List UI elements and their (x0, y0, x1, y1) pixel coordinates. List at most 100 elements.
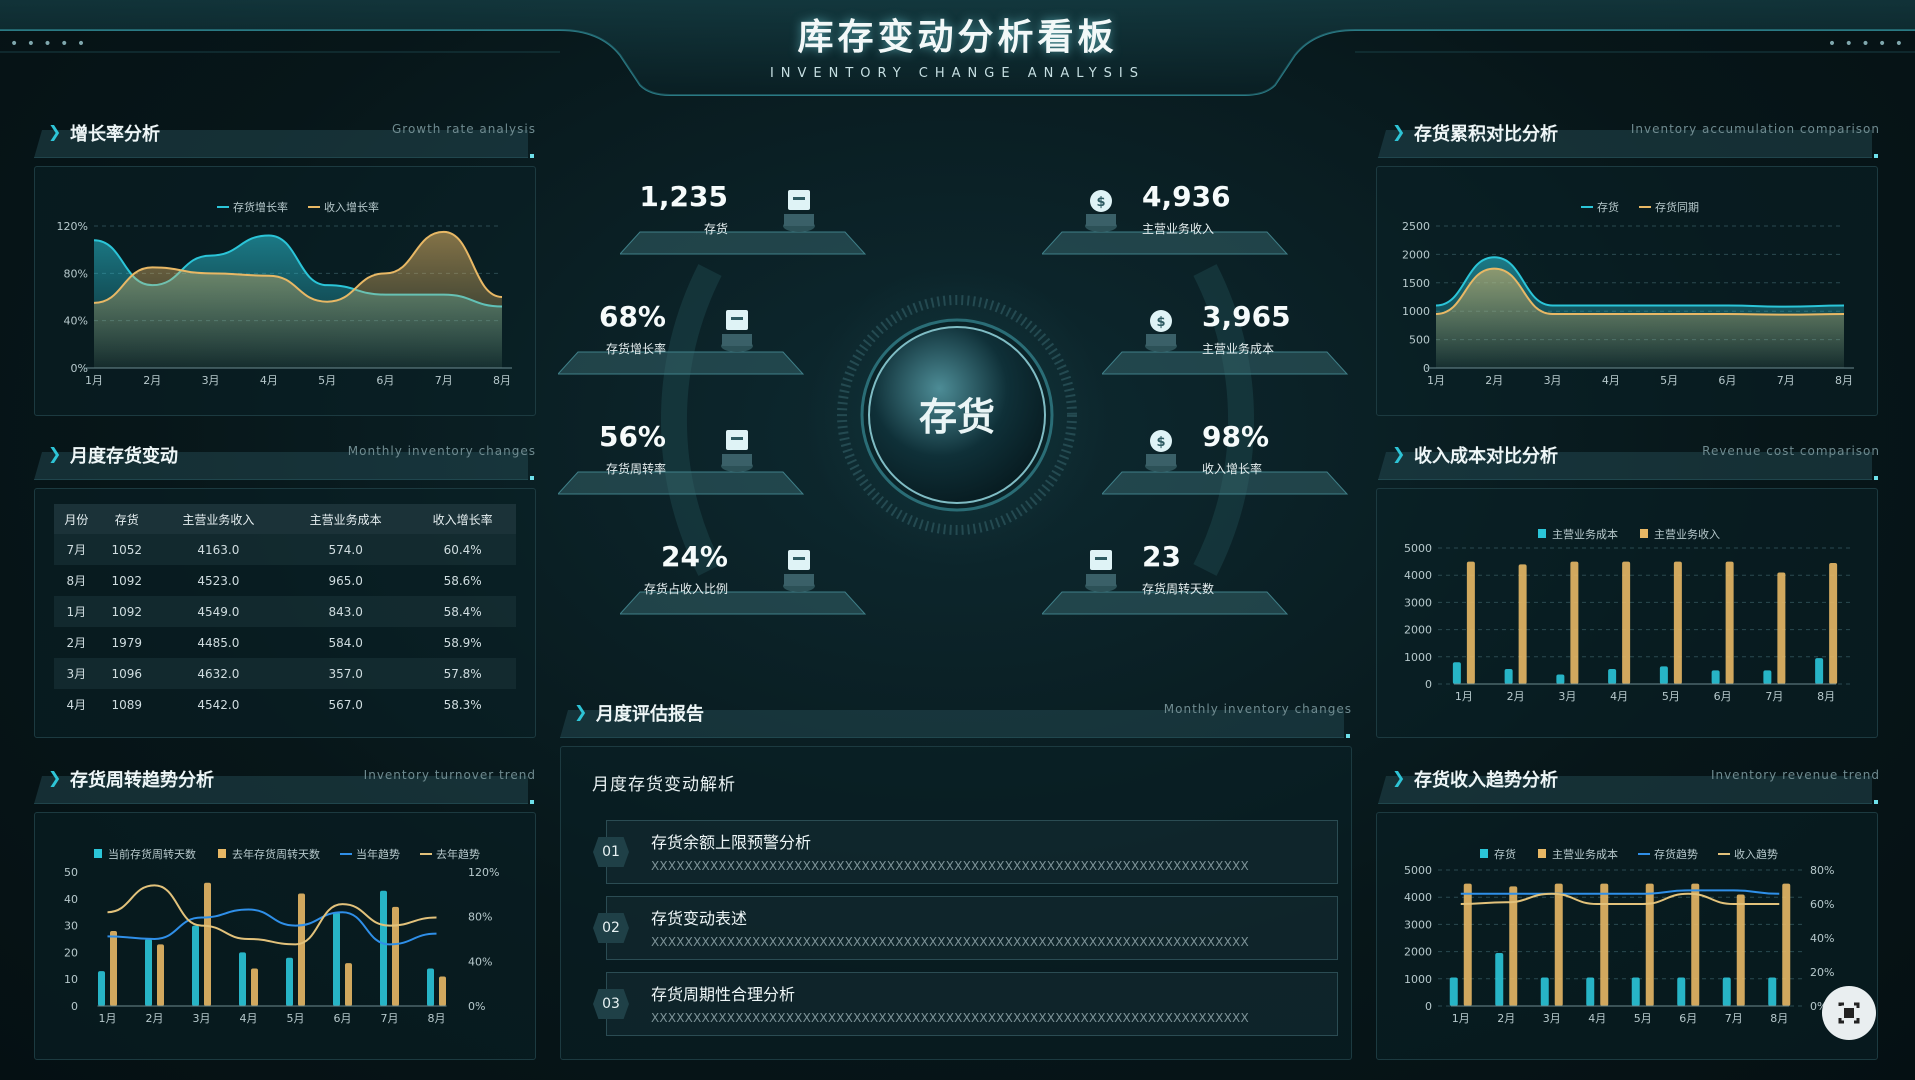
kpi-platform (558, 351, 805, 375)
table-row: 8月 1092 4523.0 965.0 58.6% (54, 565, 516, 596)
bar (1608, 669, 1617, 684)
x-tick-label: 7月 (1725, 1012, 1743, 1025)
chevron-right-icon: ❯ (48, 444, 62, 463)
y-tick-label: 40 (64, 893, 78, 906)
kpi-card: 68% 存货增长率 (558, 296, 805, 416)
y-tick-label: 4000 (1404, 891, 1432, 904)
report-item-number: 01 (593, 837, 629, 867)
table-cell: 8月 (66, 574, 87, 588)
report-item[interactable]: 01 存货余额上限预警分析 XXXXXXXXXXXXXXXXXXXXXXXXXX… (593, 820, 1338, 884)
table-cell: 584.0 (328, 635, 363, 650)
y-tick-label: 5000 (1404, 542, 1432, 555)
bar (98, 971, 105, 1006)
legend-label: 存货趋势 (1654, 847, 1698, 861)
y-tick-label: 30 (64, 920, 78, 933)
box-icon (720, 308, 753, 352)
legend-marker (94, 849, 102, 858)
y-tick-label: 80% (64, 267, 88, 280)
table-cell: 1096 (98, 658, 155, 689)
report-item[interactable]: 02 存货变动表述 XXXXXXXXXXXXXXXXXXXXXXXXXXXXXX… (593, 896, 1338, 960)
kpi-value: 68% (598, 300, 666, 333)
page-title: 库存变动分析看板 (797, 17, 1118, 58)
bar (427, 968, 434, 1006)
kpi-label: 主营业务收入 (1142, 222, 1215, 236)
x-tick-label: 8月 (428, 1012, 446, 1025)
y-tick-label: 0 (71, 1000, 78, 1013)
fullscreen-button[interactable] (1822, 986, 1876, 1040)
bar (1622, 561, 1631, 684)
kpi-label: 存货增长率 (605, 342, 666, 356)
legend-label: 存货 (1597, 200, 1619, 214)
legend-label: 去年趋势 (436, 847, 480, 861)
x-tick-label: 1月 (1455, 690, 1473, 703)
x-tick-label: 6月 (1679, 1012, 1697, 1025)
bar (1540, 977, 1549, 1006)
y2-tick-label: 80% (468, 911, 492, 924)
table-cell: 843.0 (282, 596, 410, 627)
bar (333, 912, 340, 1006)
bar (1722, 977, 1731, 1006)
legend-label: 存货同期 (1655, 200, 1699, 214)
x-tick-label: 5月 (318, 374, 336, 387)
bar (145, 939, 152, 1006)
y-tick-label: 10 (64, 973, 78, 986)
bar (251, 968, 258, 1006)
y2-tick-label: 40% (1810, 932, 1834, 945)
monthly-panel-header: ❯ 月度存货变动 Monthly inventory changes (34, 440, 536, 480)
legend-label: 当年趋势 (356, 847, 400, 861)
bar (110, 930, 117, 1006)
box-icon (782, 548, 815, 592)
kpi-label: 存货占收入比例 (643, 582, 728, 596)
x-tick-label: 2月 (1485, 374, 1503, 387)
table-row: 4月 1089 4542.0 567.0 58.3% (54, 689, 516, 720)
bar (1829, 562, 1838, 684)
money-bag-icon: $ (1144, 308, 1177, 352)
legend-label: 存货增长率 (233, 200, 288, 214)
bar (439, 976, 446, 1006)
table-cell: 1979 (111, 635, 142, 650)
panel-subtitle: Revenue cost comparison (1702, 444, 1880, 458)
legend-label: 收入趋势 (1734, 847, 1778, 861)
trend-line (107, 884, 437, 946)
bar (345, 963, 352, 1006)
legend-marker (1538, 529, 1546, 538)
panel-title: 月度评估报告 (596, 704, 704, 725)
series-area (1436, 268, 1844, 368)
trend-line (1460, 889, 1780, 895)
panel-subtitle: Monthly inventory changes (1163, 702, 1352, 716)
kpi-card: $ 98% 收入增长率 (1102, 416, 1349, 536)
y2-tick-label: 40% (468, 955, 492, 968)
panel-subtitle: Inventory revenue trend (1710, 768, 1880, 782)
bar (1691, 883, 1700, 1006)
bar (1600, 883, 1609, 1006)
bar (1736, 894, 1745, 1006)
table-cell: 1052 (98, 534, 155, 565)
x-tick-label: 4月 (1602, 374, 1620, 387)
bar (1466, 561, 1475, 684)
y2-tick-label: 80% (1810, 864, 1834, 877)
panel-subtitle: Growth rate analysis (391, 122, 536, 136)
kpi-label: 存货周转天数 (1142, 582, 1215, 596)
panel-subtitle: Inventory accumulation comparison (1630, 122, 1880, 136)
legend-label: 存货 (1494, 847, 1516, 861)
money-bag-icon: $ (1144, 428, 1177, 472)
bar (1645, 883, 1654, 1006)
page-subtitle: INVENTORY CHANGE ANALYSIS (769, 66, 1146, 81)
kpi-value: 98% (1202, 420, 1270, 453)
y-tick-label: 5000 (1404, 864, 1432, 877)
table-cell: 4523.0 (197, 573, 240, 588)
chevron-right-icon: ❯ (48, 768, 62, 787)
bar (1495, 952, 1504, 1006)
chevron-right-icon: ❯ (574, 702, 588, 721)
table-cell: 4485.0 (197, 635, 240, 650)
x-tick-label: 7月 (435, 374, 453, 387)
svg-text:$: $ (1156, 435, 1165, 450)
table-cell: 4542.0 (197, 697, 240, 712)
report-item[interactable]: 03 存货周期性合理分析 XXXXXXXXXXXXXXXXXXXXXXXXXXX… (593, 972, 1338, 1036)
y-tick-label: 1000 (1404, 973, 1432, 986)
kpi-value: 56% (598, 420, 666, 453)
x-tick-label: 1月 (1452, 1012, 1470, 1025)
bar (392, 906, 399, 1006)
bar (157, 944, 164, 1006)
bar (1768, 977, 1777, 1006)
